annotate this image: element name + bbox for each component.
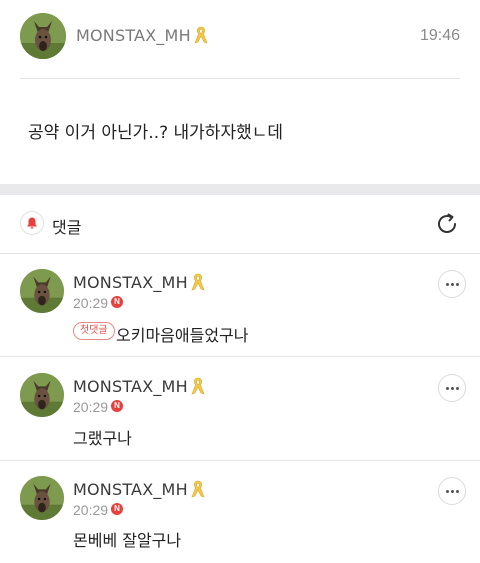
comment-item: MONSTAX_MH 20:29 N 그랬구나: [0, 357, 480, 461]
yellow-ribbon-icon: [191, 480, 205, 502]
more-horizontal-icon: [445, 282, 449, 286]
comment-author-name[interactable]: MONSTAX_MH: [73, 480, 205, 502]
comment-text: 그랬구나: [73, 429, 132, 448]
comment-time: 20:29: [73, 399, 109, 415]
dog-photo-icon: [20, 373, 64, 417]
comment-item: MONSTAX_MH 20:29 N 몬베베 잘알구나: [0, 460, 480, 563]
post-author-avatar[interactable]: [20, 13, 66, 59]
yellow-ribbon-icon: [191, 377, 205, 399]
comment-time: 20:29: [73, 295, 109, 311]
comment-author-name[interactable]: MONSTAX_MH: [73, 273, 205, 295]
first-comment-tag: 첫댓글: [73, 322, 115, 340]
post-time: 19:46: [419, 27, 460, 44]
comment-author-avatar[interactable]: [20, 476, 64, 520]
post-header: MONSTAX_MH 19:46: [0, 0, 480, 78]
comments-title: 댓글: [52, 218, 82, 237]
comment-time: 20:29: [73, 502, 109, 518]
post-author-name[interactable]: MONSTAX_MH: [76, 26, 208, 48]
comment-text: 몬베베 잘알구나: [73, 531, 182, 550]
comment-author-avatar[interactable]: [20, 373, 64, 417]
divider: [20, 78, 460, 79]
more-horizontal-icon: [445, 386, 449, 390]
comment-author-avatar[interactable]: [20, 269, 64, 313]
dog-photo-icon: [20, 269, 64, 313]
refresh-icon[interactable]: [434, 211, 460, 237]
comments-header: 댓글: [0, 195, 480, 253]
yellow-ribbon-icon: [194, 26, 208, 48]
new-badge: N: [111, 503, 123, 515]
yellow-ribbon-icon: [191, 273, 205, 295]
comment-author-name[interactable]: MONSTAX_MH: [73, 377, 205, 399]
comment-text: 오키마음애들었구나: [116, 326, 249, 345]
post-body-text: 공약 이거 아닌가..? 내가하자했ㄴ데: [28, 123, 284, 143]
more-horizontal-icon: [445, 489, 449, 493]
section-separator: [0, 184, 480, 195]
new-badge: N: [111, 400, 123, 412]
dog-photo-icon: [20, 476, 64, 520]
new-badge: N: [111, 296, 123, 308]
more-button[interactable]: [438, 270, 466, 298]
more-button[interactable]: [438, 374, 466, 402]
more-button[interactable]: [438, 477, 466, 505]
bell-icon[interactable]: [20, 211, 44, 235]
dog-photo-icon: [20, 13, 66, 59]
comment-item: MONSTAX_MH 20:29 N 첫댓글 오키마음애들었구나: [0, 253, 480, 357]
